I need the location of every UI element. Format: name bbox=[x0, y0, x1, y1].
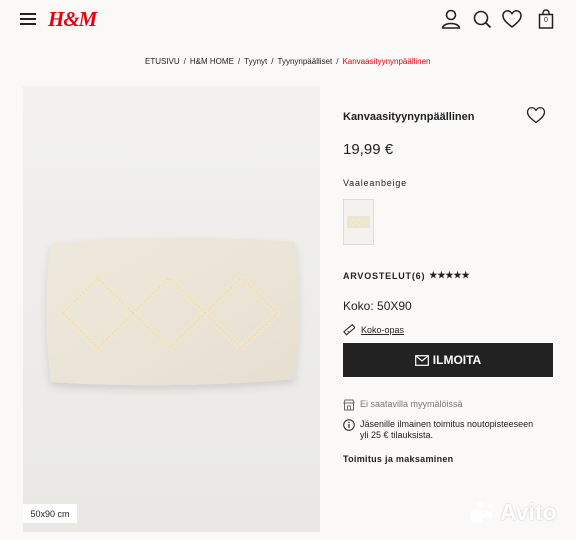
rating-stars: ★★★★★ bbox=[429, 270, 469, 281]
delivery-payment-link[interactable]: Toimitus ja maksaminen bbox=[343, 454, 453, 464]
breadcrumb-separator: / bbox=[183, 57, 186, 66]
star-icon: ★ bbox=[461, 270, 470, 280]
logo[interactable]: H&M bbox=[48, 7, 97, 32]
size-tag: 50x90 cm bbox=[23, 504, 77, 523]
watermark-text: Avito bbox=[500, 498, 557, 525]
user-icon[interactable] bbox=[440, 8, 462, 30]
reviews-label: ARVOSTELUT(6) bbox=[343, 270, 426, 281]
breadcrumb-item-hm-home[interactable]: H&M HOME bbox=[190, 57, 234, 66]
info-icon bbox=[343, 419, 355, 431]
members-info-line-1: Jäsenille ilmainen toimitus noutopistees… bbox=[360, 419, 534, 429]
product-image[interactable] bbox=[23, 86, 320, 532]
store-icon bbox=[343, 399, 355, 411]
ruler-icon bbox=[343, 324, 355, 336]
breadcrumb-separator: / bbox=[336, 57, 339, 66]
reviews-link[interactable]: ARVOSTELUT(6) ★★★★★ bbox=[343, 270, 470, 281]
favorites-heart-icon[interactable] bbox=[501, 8, 523, 30]
avito-watermark: Avito bbox=[468, 498, 557, 526]
swatch-thumbnail bbox=[344, 200, 373, 244]
breadcrumb: ETUSIVU / H&M HOME / Tyynyt / Tyynynpäälliset /… bbox=[145, 57, 431, 66]
store-availability: Ei saatavilla myymälöissä bbox=[343, 399, 463, 411]
size-guide-link[interactable]: Koko-opas bbox=[343, 324, 404, 336]
size-label: Koko: 50X90 bbox=[343, 299, 412, 313]
avito-logo-icon bbox=[470, 501, 493, 523]
members-info-line-2: yli 25 € tilauksista. bbox=[360, 430, 434, 440]
breadcrumb-current: Kanvaasityynynpäällinen bbox=[342, 57, 431, 66]
mail-icon bbox=[414, 354, 429, 366]
pillow-illustration bbox=[23, 86, 320, 532]
breadcrumb-item-pillow-covers[interactable]: Tyynynpäälliset bbox=[278, 57, 333, 66]
search-icon[interactable] bbox=[471, 8, 493, 30]
store-availability-text: Ei saatavilla myymälöissä bbox=[360, 399, 463, 409]
breadcrumb-item-home[interactable]: ETUSIVU bbox=[145, 57, 180, 66]
notify-button[interactable]: ILMOITA bbox=[343, 343, 553, 377]
menu-icon[interactable] bbox=[20, 12, 36, 26]
header: H&M 0 bbox=[0, 0, 576, 40]
bag-icon[interactable]: 0 bbox=[535, 8, 557, 30]
members-info: Jäsenille ilmainen toimitus noutopistees… bbox=[343, 419, 533, 441]
breadcrumb-item-pillows[interactable]: Tyynyt bbox=[244, 57, 267, 66]
notify-button-label: ILMOITA bbox=[432, 353, 482, 367]
breadcrumb-separator: / bbox=[271, 57, 274, 66]
star-icon: ★ bbox=[453, 270, 462, 280]
color-swatch[interactable] bbox=[343, 199, 374, 245]
bag-count: 0 bbox=[544, 17, 548, 24]
add-to-favorites-heart-icon[interactable] bbox=[526, 106, 546, 124]
product-title: Kanvaasityynynpäällinen bbox=[343, 111, 475, 123]
color-name: Vaaleanbeige bbox=[343, 178, 407, 188]
size-guide-label: Koko-opas bbox=[361, 325, 405, 335]
breadcrumb-separator: / bbox=[237, 57, 241, 66]
product-price: 19,99 € bbox=[343, 141, 394, 158]
